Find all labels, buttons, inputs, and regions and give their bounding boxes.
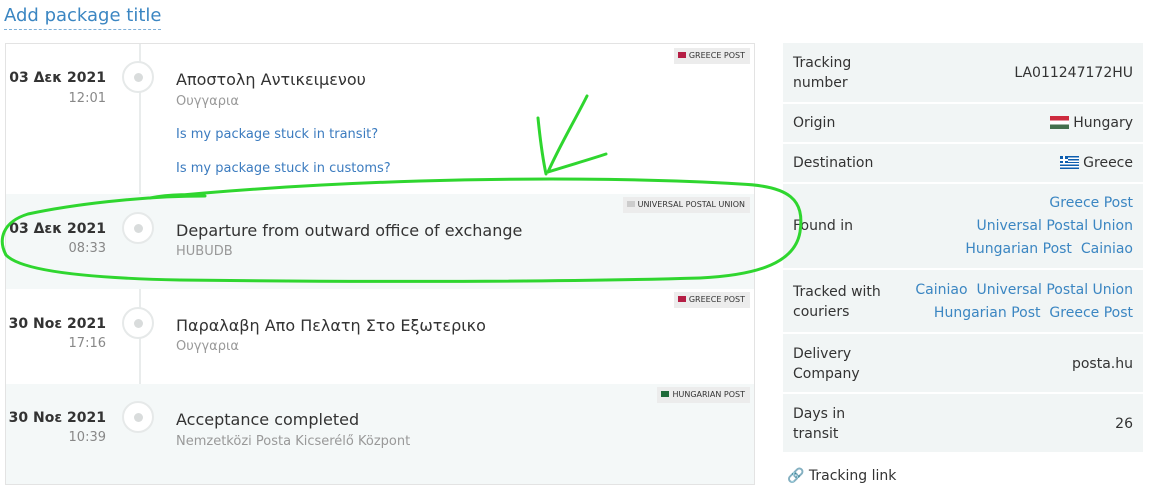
tracked-greece-post-link[interactable]: Greece Post	[1049, 305, 1133, 321]
event-title: Acceptance completed	[176, 410, 360, 429]
delivery-company-value: posta.hu	[1071, 356, 1133, 372]
timeline-event: GREECE POST 03 Δεκ 2021 12:01 Αποστολη Α…	[6, 44, 754, 194]
greece-post-logo-icon	[677, 296, 686, 302]
event-time: 10:39	[68, 430, 106, 445]
greece-flag-icon	[1060, 156, 1080, 169]
tracked-hungarian-post-link[interactable]: Hungarian Post	[934, 305, 1041, 321]
days-in-transit-row: Days in transit 26	[783, 394, 1143, 452]
event-title: Αποστολη Αντικειμενου	[176, 70, 366, 89]
days-in-transit-label: Days in transit	[793, 406, 846, 442]
found-in-label: Found in	[793, 218, 853, 234]
event-title: Παραλαβη Απο Πελατη Στο Εξωτερικο	[176, 316, 486, 335]
stuck-in-customs-link[interactable]: Is my package stuck in customs?	[176, 161, 391, 176]
event-date: 30 Νοε 2021	[8, 410, 106, 426]
found-in-greece-post-link[interactable]: Greece Post	[1049, 193, 1133, 213]
found-in-cainiao-link[interactable]: Cainiao	[1081, 241, 1133, 257]
event-location: Nemzetközi Posta Kicserélő Központ	[176, 434, 411, 449]
destination-label: Destination	[793, 155, 874, 171]
event-time: 08:33	[68, 241, 106, 256]
tracking-number-label: Tracking number	[793, 55, 852, 91]
destination-row: Destination Greece	[783, 144, 1143, 182]
tracked-with-line-2: Hungarian Post Greece Post	[934, 303, 1133, 323]
event-date: 03 Δεκ 2021	[9, 70, 106, 86]
event-time: 17:16	[68, 336, 106, 351]
tracking-link[interactable]: 🔗 Tracking link	[787, 468, 896, 484]
greece-post-logo-icon	[677, 52, 686, 58]
found-in-upu-link[interactable]: Universal Postal Union	[976, 216, 1133, 236]
link-icon: 🔗	[787, 468, 805, 484]
carrier-badge: UNIVERSAL POSTAL UNION	[622, 197, 750, 213]
timeline-event: HUNGARIAN POST 30 Νοε 2021 10:39 Accepta…	[6, 384, 754, 484]
tracking-number-row: Tracking number LA011247172HU	[783, 43, 1143, 102]
carrier-badge: GREECE POST	[673, 292, 750, 308]
tracked-with-label: Tracked with couriers	[793, 284, 881, 320]
delivery-company-label: Delivery Company	[793, 346, 860, 382]
event-date: 30 Νοε 2021	[8, 316, 106, 332]
tracking-timeline: GREECE POST 03 Δεκ 2021 12:01 Αποστολη Α…	[5, 43, 755, 485]
found-in-hungarian-post-link[interactable]: Hungarian Post	[965, 241, 1072, 257]
add-package-title[interactable]: Add package title	[4, 4, 162, 30]
event-location: Ουγγαρια	[176, 94, 239, 109]
carrier-badge: GREECE POST	[673, 48, 750, 64]
origin-value: Hungary	[1050, 113, 1133, 133]
delivery-company-row: Delivery Company posta.hu	[783, 334, 1143, 392]
timeline-dot-icon	[122, 61, 154, 93]
origin-label: Origin	[793, 115, 836, 131]
tracking-number-value[interactable]: LA011247172HU	[1014, 63, 1133, 83]
timeline-dot-icon	[122, 401, 154, 433]
hungary-flag-icon	[1050, 116, 1070, 129]
tracked-upu-link[interactable]: Universal Postal Union	[976, 282, 1133, 298]
origin-row: Origin Hungary	[783, 104, 1143, 142]
carrier-badge: HUNGARIAN POST	[657, 387, 750, 403]
event-location: HUBUDB	[176, 244, 233, 259]
event-date: 03 Δεκ 2021	[9, 221, 106, 237]
found-in-row: Found in Greece Post Universal Postal Un…	[783, 184, 1143, 268]
timeline-dot-icon	[122, 307, 154, 339]
hungarian-post-logo-icon	[661, 391, 670, 397]
tracked-cainiao-link[interactable]: Cainiao	[915, 282, 967, 298]
event-time: 12:01	[68, 91, 106, 106]
stuck-in-transit-link[interactable]: Is my package stuck in transit?	[176, 127, 378, 142]
event-title: Departure from outward office of exchang…	[176, 221, 523, 240]
event-location: Ουγγαρια	[176, 339, 239, 354]
found-in-carriers: Hungarian Post Cainiao	[965, 239, 1133, 259]
destination-value: Greece	[1060, 153, 1133, 173]
tracked-with-line-1: Cainiao Universal Postal Union	[915, 280, 1133, 300]
timeline-event: UNIVERSAL POSTAL UNION 03 Δεκ 2021 08:33…	[6, 194, 754, 289]
tracked-with-row: Tracked with couriers Cainiao Universal …	[783, 270, 1143, 332]
timeline-event: GREECE POST 30 Νοε 2021 17:16 Παραλαβη Α…	[6, 289, 754, 384]
timeline-dot-icon	[122, 212, 154, 244]
days-in-transit-value: 26	[1115, 416, 1133, 432]
universal-postal-union-logo-icon	[626, 201, 635, 207]
